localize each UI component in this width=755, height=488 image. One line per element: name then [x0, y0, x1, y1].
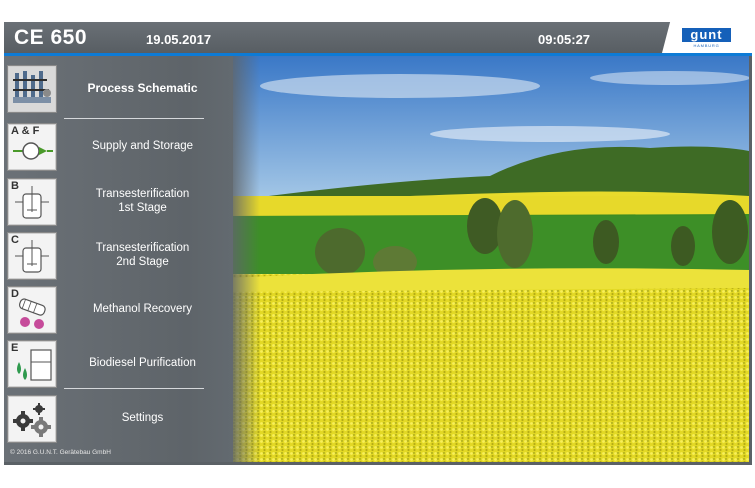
menu-icon-tile: A & F — [8, 124, 56, 170]
menu-item-transesterification-2[interactable]: C Transesterification 2nd Stage — [0, 227, 229, 279]
menu-label-line2: 1st Stage — [118, 202, 167, 214]
menu-icon-tile: B — [8, 179, 56, 225]
menu-separator — [64, 388, 204, 389]
menu-label: Methanol Recovery — [64, 281, 221, 337]
menu-label-line1: Biodiesel Purification — [89, 357, 196, 369]
menu-label-line1: Process Schematic — [87, 81, 198, 95]
menu-label-line1: Transesterification — [95, 188, 190, 200]
pump-icon — [13, 142, 53, 160]
menu-label: Transesterification 2nd Stage — [64, 227, 221, 283]
gunt-logo: gunt HAMBURG — [682, 28, 731, 48]
separator-icon — [17, 349, 52, 381]
menu-label-line1: Supply and Storage — [91, 140, 194, 152]
menu-item-settings[interactable]: Settings — [0, 390, 229, 442]
menu-item-process-schematic[interactable]: Process Schematic — [0, 60, 229, 112]
menu-icon-tile — [8, 396, 56, 442]
reactor-icon — [15, 240, 49, 273]
menu-label-line1: Transesterification — [95, 242, 190, 254]
process-schematic-icon — [9, 67, 55, 111]
logo-wordmark: gunt — [682, 28, 731, 42]
menu-icon-tile: C — [8, 233, 56, 279]
date-display: 19.05.2017 — [146, 32, 212, 47]
menu-icon-tile — [8, 66, 56, 112]
menu-label: Process Schematic — [64, 60, 221, 116]
logo-subtext: HAMBURG — [693, 43, 720, 48]
landscape-image — [230, 56, 749, 462]
menu-label-line1: Settings — [121, 412, 164, 424]
reactor-icon — [15, 186, 49, 219]
evaporator-icon — [18, 298, 46, 329]
menu-icon-tile: D — [8, 287, 56, 333]
gears-icon — [13, 403, 51, 437]
time-display: 09:05:27 — [538, 32, 591, 47]
menu-label: Transesterification 1st Stage — [64, 173, 221, 229]
copyright-text: © 2016 G.U.N.T. Gerätebau GmbH — [10, 449, 111, 456]
menu-label-line1: Methanol Recovery — [92, 303, 193, 315]
landscape-photo — [230, 56, 749, 462]
header-bar — [4, 22, 752, 53]
menu-item-supply-storage[interactable]: A & F Supply and Storage — [0, 118, 229, 170]
app-title: CE 650 — [14, 26, 88, 49]
menu-label: Biodiesel Purification — [64, 335, 221, 391]
menu-item-transesterification-1[interactable]: B Transesterification 1st Stage — [0, 173, 229, 225]
menu-icon-tile: E — [8, 341, 56, 387]
menu-label: Supply and Storage — [64, 118, 221, 174]
menu-label: Settings — [64, 390, 221, 446]
menu-label-line2: 2nd Stage — [116, 256, 169, 268]
menu-item-biodiesel-purification[interactable]: E Biodiesel Purification — [0, 335, 229, 387]
menu-item-methanol-recovery[interactable]: D Methanol Recovery — [0, 281, 229, 333]
